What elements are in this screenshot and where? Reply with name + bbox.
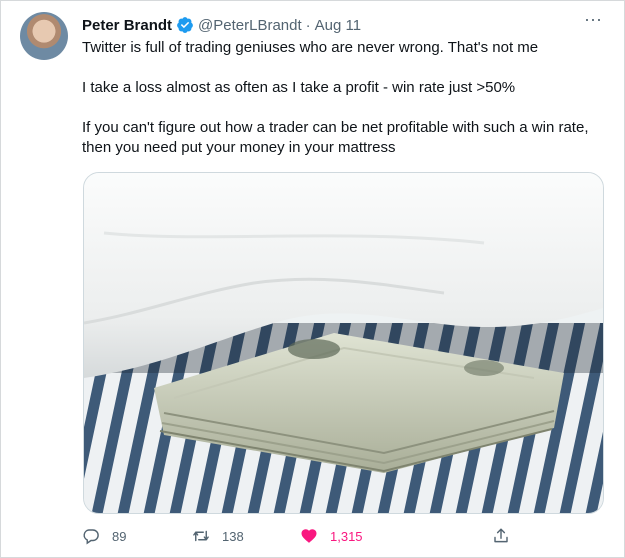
mattress-cash-illustration [84,173,603,513]
retweet-button[interactable]: 138 [192,525,244,547]
reply-button[interactable]: 89 [82,525,126,547]
reply-count: 89 [112,528,127,544]
verified-badge-icon [177,17,193,33]
tweet-paragraph: Twitter is full of trading geniuses who … [82,39,539,56]
tweet-paragraph: If you can't figure out how a trader can… [82,119,589,156]
tweet-paragraph: I take a loss almost as often as I take … [82,79,516,96]
retweet-icon [193,530,209,542]
header-separator: · [305,16,311,34]
heart-icon [301,529,317,543]
author-avatar[interactable] [20,12,68,60]
author-handle[interactable]: @PeterLBrandt [198,17,302,34]
more-icon[interactable]: ··· [581,10,605,32]
tweet-header: Peter Brandt @PeterLBrandt · Aug 11 [82,15,361,35]
like-count: 1,315 [330,528,363,544]
tweet-actions: 89 138 1,315 [82,525,522,547]
tweet-date[interactable]: Aug 11 [315,17,361,34]
author-name[interactable]: Peter Brandt [82,17,172,34]
share-icon [494,528,508,543]
tweet-text: Twitter is full of trading geniuses who … [82,38,602,178]
reply-icon [83,529,99,545]
tweet-media-image[interactable] [83,172,604,514]
share-button[interactable] [492,525,522,547]
like-button[interactable]: 1,315 [300,525,363,547]
retweet-count: 138 [222,528,244,544]
